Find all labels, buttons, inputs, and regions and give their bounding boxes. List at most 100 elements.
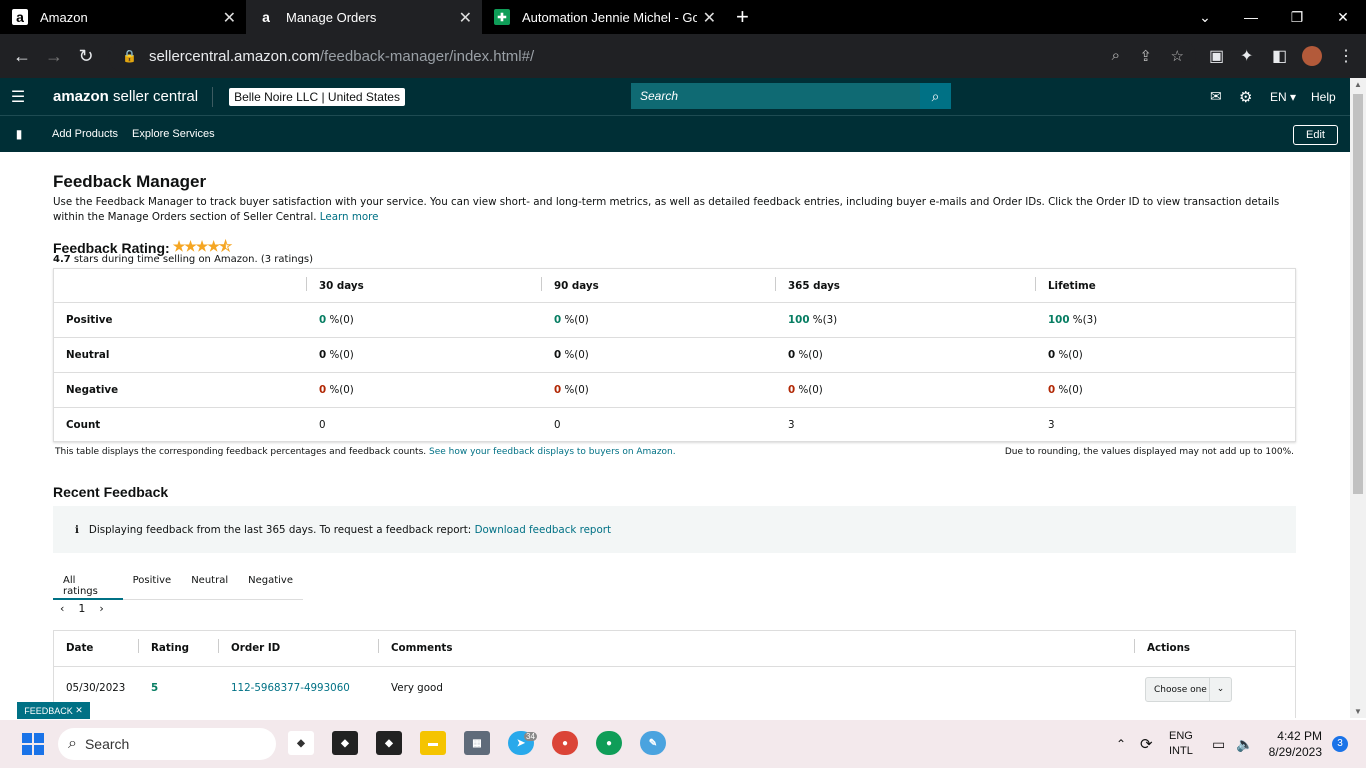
store-selector[interactable]: Belle Noire LLC | United States [229,87,405,106]
table-row: 05/30/2023 5 112-5968377-4993060 Very go… [54,666,1295,717]
hamburger-menu-icon[interactable]: ☰ [0,87,36,107]
paint-icon[interactable]: ✎ [640,731,666,755]
metric-value: 3 [1048,419,1055,431]
amazon-icon: a [12,9,28,25]
browser-tab[interactable]: a Amazon ✕ [0,0,246,34]
metric-count: %(0) [329,384,354,396]
language-selector[interactable]: EN ▾ [1270,78,1296,115]
scroll-thumb[interactable] [1353,94,1363,494]
share-icon[interactable]: ⇪ [1139,47,1152,65]
action-dropdown[interactable]: Choose one ⌄ [1145,677,1232,702]
notification-badge[interactable]: 3 [1332,736,1348,752]
app-icon[interactable]: ◆ [332,731,358,755]
close-icon[interactable]: ✕ [459,8,472,28]
bookmark-star-icon[interactable]: ☆ [1171,47,1184,65]
display-info-link[interactable]: See how your feedback displays to buyers… [429,447,676,457]
app-icon[interactable]: ◆ [376,731,402,755]
file-explorer-icon[interactable]: ▬ [420,731,446,755]
reload-icon[interactable]: ↻ [70,46,102,67]
chevron-right-icon[interactable]: › [99,602,103,615]
help-link[interactable]: Help [1311,78,1336,115]
info-icon: i [75,523,79,536]
new-tab-plus-icon[interactable]: + [736,0,749,34]
sidepanel-icon[interactable]: ◧ [1272,34,1287,78]
sync-icon[interactable]: ⟳ [1140,720,1153,768]
metric-value: 100 [788,314,810,326]
metrics-row-count: Count 0 0 3 3 [54,407,1295,442]
feedback-widget-tab[interactable]: FEEDBACK ✕ [17,702,90,719]
metric-value: 0 [554,419,561,431]
search-icon: ⌕ [68,735,77,752]
nav-explore-services[interactable]: Explore Services [132,128,215,140]
page-title: Feedback Manager [53,172,207,191]
tab-search-chevron-icon[interactable]: ⌄ [1182,0,1228,34]
extension-off-icon[interactable]: ▣ [1209,34,1224,78]
chrome-icon[interactable]: ● [596,731,622,755]
window-controls: ⌄ — ❐ ✕ [1182,0,1366,34]
metrics-header-row: 30 days 90 days 365 days Lifetime [54,269,1295,304]
windows-taskbar: ⌕ Search ◆ ◆ ◆ ▬ ▦ ➤ 34 ● ● ✎ ⌃ ⟳ ENG INTL… [0,720,1366,768]
download-report-link[interactable]: Download feedback report [475,524,611,536]
chrome-icon[interactable]: ● [552,731,578,755]
extensions-puzzle-icon[interactable]: ✦ [1240,34,1253,78]
calculator-icon[interactable]: ▦ [464,731,490,755]
back-arrow-icon[interactable]: ← [6,46,38,67]
search-input[interactable]: Search [631,83,920,109]
tab-positive[interactable]: Positive [123,566,182,599]
search-button[interactable]: ⌕ [920,83,951,109]
tab-negative[interactable]: Negative [238,566,303,599]
note-text: This table displays the corresponding fe… [55,447,427,457]
edit-button[interactable]: Edit [1293,125,1338,145]
nav-add-products[interactable]: Add Products [52,128,118,140]
network-icon[interactable]: ▭ [1212,720,1225,768]
page-number[interactable]: 1 [78,602,85,615]
windows-start-icon[interactable] [22,733,44,755]
order-id-link[interactable]: 112-5968377-4993060 [231,682,350,694]
url-path: /feedback-manager/index.html#/ [319,47,535,65]
main-content: Feedback Manager Use the Feedback Manage… [0,152,1350,718]
chevron-left-icon[interactable]: ‹ [60,602,64,615]
minimize-icon[interactable]: — [1228,0,1274,34]
chevron-up-icon[interactable]: ⌃ [1116,720,1126,768]
browser-tab[interactable]: ✚ Automation Jennie Michel - Goo ✕ [482,0,726,34]
forward-arrow-icon[interactable]: → [38,46,70,67]
column-header: 30 days [319,280,364,292]
metrics-row-positive: Positive 0 %(0) 0 %(0) 100 %(3) 100 %(3) [54,302,1295,337]
close-icon[interactable]: ✕ [223,8,236,28]
column-header: 365 days [788,280,840,292]
system-clock[interactable]: 4:42 PM 8/29/2023 [1269,728,1322,760]
browser-tab-active[interactable]: a Manage Orders ✕ [246,0,482,34]
metric-count: %(0) [564,384,589,396]
profile-avatar[interactable] [1302,46,1322,66]
intro-text: Use the Feedback Manager to track buyer … [53,195,1283,225]
volume-icon[interactable]: 🔈 [1236,720,1253,768]
mail-icon[interactable]: ✉ [1210,78,1222,115]
close-icon[interactable]: ✕ [75,705,83,716]
lang-code: ENG [1169,730,1193,742]
restore-icon[interactable]: ❐ [1274,0,1320,34]
page-scrollbar[interactable]: ▲ ▼ [1350,78,1366,718]
scroll-down-icon[interactable]: ▼ [1354,707,1362,716]
feedback-comment: Very good [391,682,443,694]
metric-value: 0 [554,384,562,396]
metric-value: 0 [319,349,327,361]
seller-central-logo[interactable]: amazon seller central [53,86,214,107]
close-icon[interactable]: ✕ [703,8,716,28]
tab-all-ratings[interactable]: All ratings [53,566,123,600]
metric-value: 3 [788,419,795,431]
tab-neutral[interactable]: Neutral [181,566,238,599]
scroll-up-icon[interactable]: ▲ [1354,80,1362,89]
close-window-icon[interactable]: ✕ [1320,0,1366,34]
app-icon[interactable]: ◆ [288,731,314,755]
menu-dots-icon[interactable]: ⋮ [1338,34,1354,78]
learn-more-link[interactable]: Learn more [320,211,379,223]
taskbar-search[interactable]: ⌕ Search [58,728,276,760]
bookmark-icon[interactable]: ▮ [0,127,38,141]
zoom-icon[interactable]: ⌕ [1112,47,1120,64]
url-field[interactable]: 🔒 sellercentral.amazon.com /feedback-man… [108,40,1196,72]
language-indicator[interactable]: ENG INTL [1169,720,1193,768]
feedback-table: Date Rating Order ID Comments Actions 05… [53,630,1296,718]
column-header: Date [66,642,94,654]
row-label: Count [66,419,101,431]
gear-icon[interactable]: ⚙ [1239,78,1252,115]
